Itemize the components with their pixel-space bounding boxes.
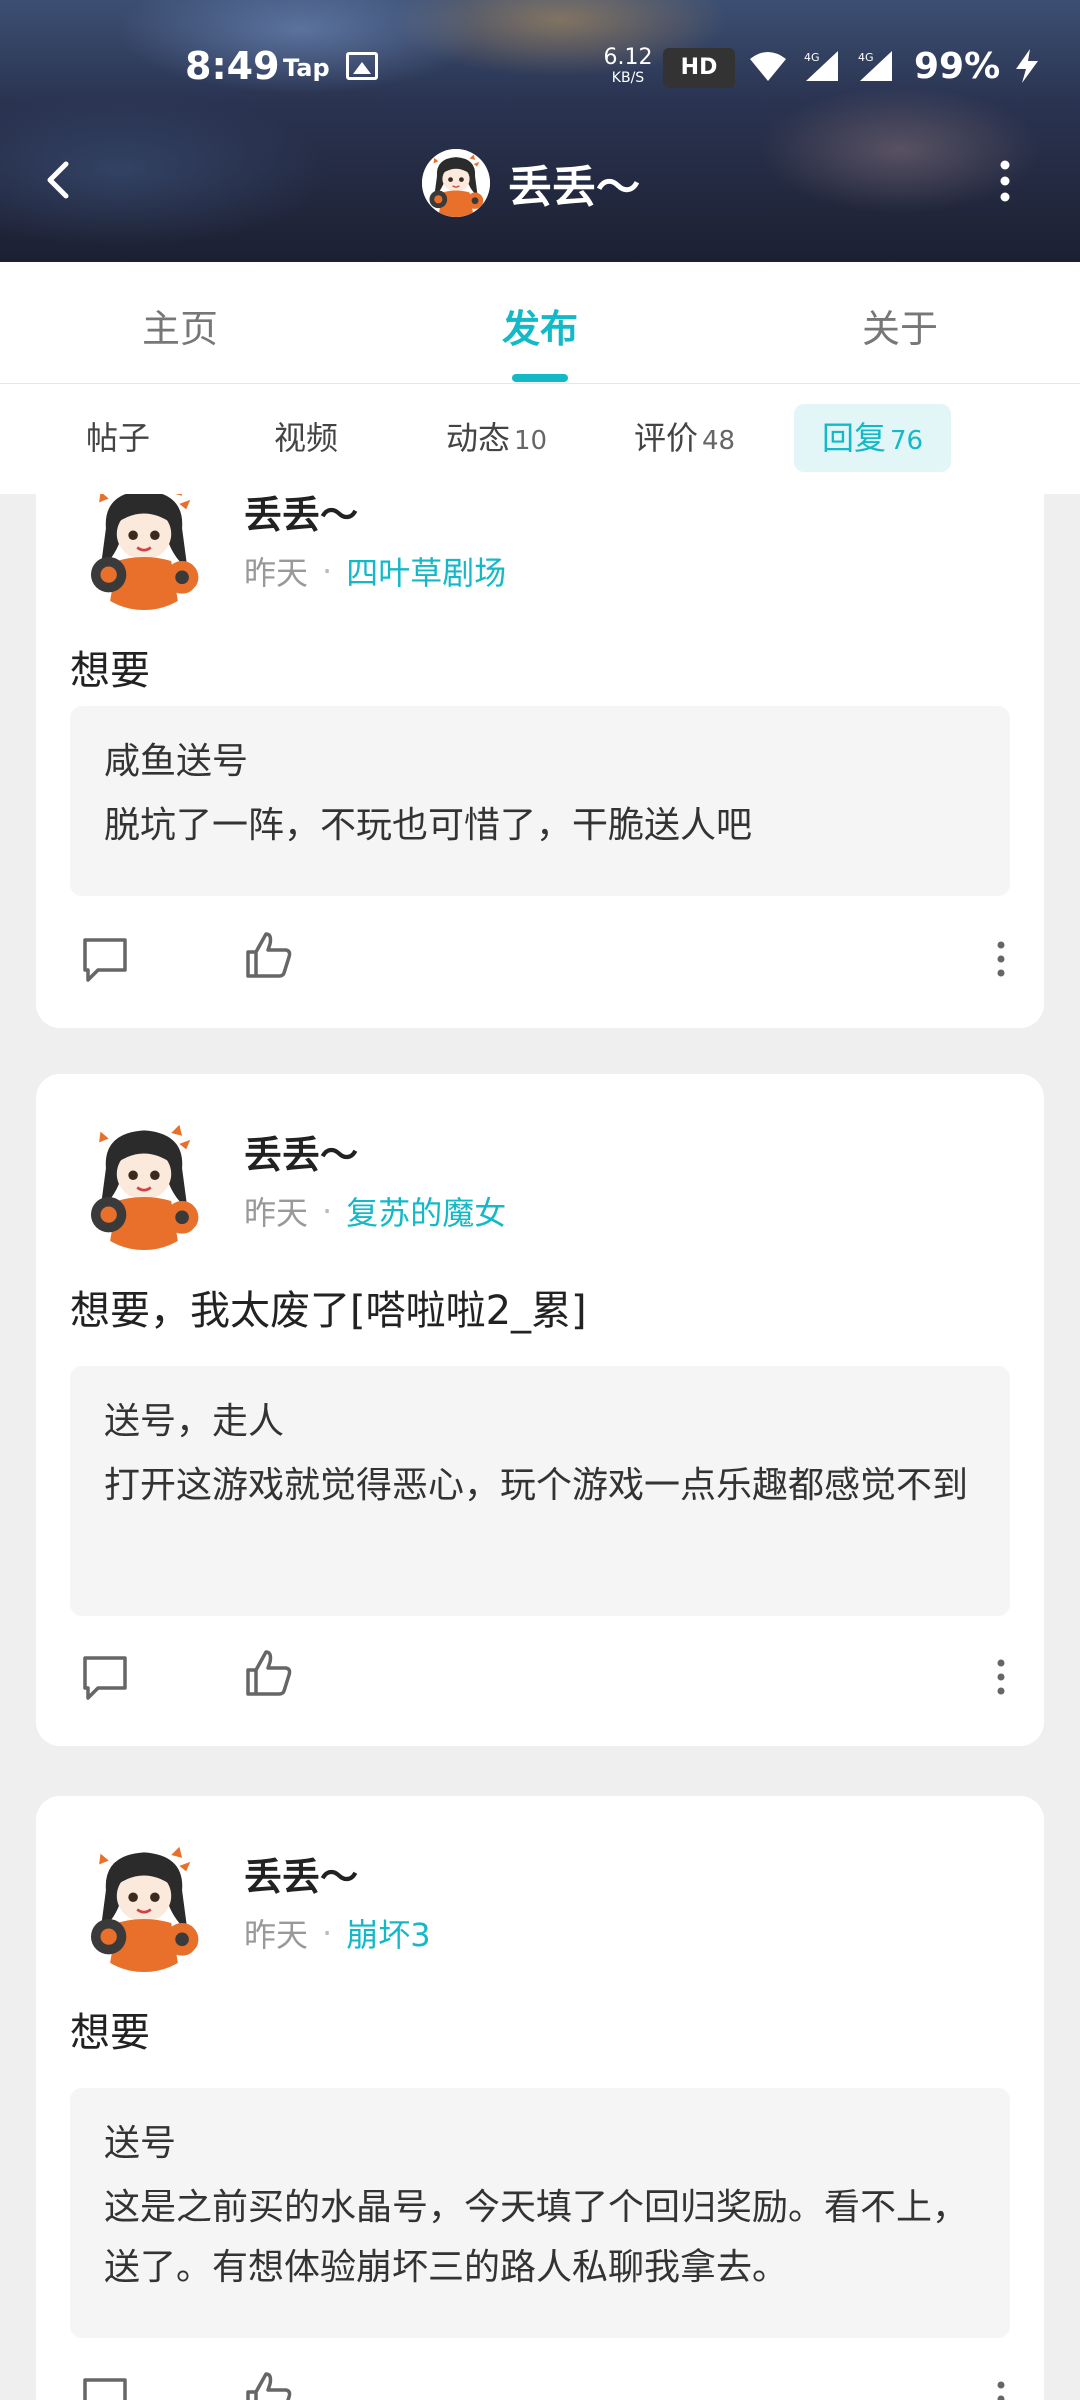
cellular-signal-icon-1: 4G — [802, 49, 842, 83]
battery-level: 99% — [914, 45, 1001, 87]
comment-icon[interactable] — [80, 2374, 130, 2400]
sub-tabs: 帖子 视频 动态 10 评价 48 回复 76 — [0, 384, 1080, 494]
author-avatar[interactable] — [76, 494, 212, 610]
back-arrow-icon[interactable] — [38, 158, 82, 202]
reply-card[interactable]: 丢丢～ 昨天 · 复苏的魔女 想要，我太废了[嗒啦啦2_累] 送号，走人 打开这… — [36, 1074, 1044, 1746]
game-link[interactable]: 复苏的魔女 — [346, 1188, 506, 1234]
cellular-signal-icon-2: 4G — [856, 49, 896, 83]
status-time: 8:49 — [185, 44, 280, 88]
quoted-post[interactable]: 送号，走人 打开这游戏就觉得恶心，玩个游戏一点乐趣都感觉不到 — [70, 1366, 1010, 1616]
hd-icon: HD — [663, 48, 735, 88]
quoted-post-body: 打开这游戏就觉得恶心，玩个游戏一点乐趣都感觉不到 — [104, 1465, 969, 1506]
more-icon[interactable] — [976, 2374, 1026, 2400]
replies-feed[interactable]: 丢丢～ 昨天 · 四叶草剧场 想要 咸鱼送号 脱坑了一阵，不玩也可惜了，干脆送人… — [0, 494, 1080, 2400]
quoted-post[interactable]: 咸鱼送号 脱坑了一阵，不玩也可惜了，干脆送人吧 — [70, 706, 1010, 896]
reply-text: 想要，我太废了[嗒啦啦2_累] — [70, 1288, 587, 1334]
speed-value: 6.12 — [603, 45, 653, 70]
profile-header: 8:49 Tap 6.12 KB/S HD 4G 4G 99% 丢丢～ — [0, 0, 1080, 262]
meta-separator: · — [322, 1192, 333, 1230]
thumbs-up-icon[interactable] — [244, 1648, 294, 1698]
meta-separator: · — [322, 1914, 333, 1952]
subtab-reviews[interactable]: 评价 48 — [606, 404, 763, 472]
quoted-post-title: 送号，走人 — [104, 1401, 285, 1442]
post-meta: 昨天 · 复苏的魔女 — [244, 1188, 506, 1234]
author-avatar[interactable] — [76, 1836, 212, 1972]
status-bar: 8:49 Tap 6.12 KB/S HD 4G 4G 99% — [0, 0, 1080, 135]
quoted-post-title: 咸鱼送号 — [104, 741, 249, 782]
reply-text: 想要 — [70, 648, 150, 694]
tab-about[interactable]: 关于 — [862, 298, 938, 353]
tab-home[interactable]: 主页 — [142, 298, 218, 353]
quoted-post-title: 送号 — [104, 2123, 177, 2164]
quoted-post-body: 这是之前买的水晶号，今天填了个回归奖励。看不上，送了。有想体验崩坏三的路人私聊我… — [104, 2187, 969, 2288]
subtab-activity[interactable]: 动态 10 — [418, 404, 575, 472]
subtab-posts[interactable]: 帖子 — [58, 404, 178, 472]
thumbs-up-icon[interactable] — [244, 2370, 294, 2400]
subtab-count: 10 — [514, 426, 548, 456]
quoted-post[interactable]: 送号 这是之前买的水晶号，今天填了个回归奖励。看不上，送了。有想体验崩坏三的路人… — [70, 2088, 1010, 2338]
game-link[interactable]: 四叶草剧场 — [346, 548, 506, 594]
active-tab-indicator — [512, 374, 568, 382]
subtab-replies[interactable]: 回复 76 — [794, 404, 952, 472]
author-name[interactable]: 丢丢～ — [244, 1846, 358, 1901]
quoted-post-body: 脱坑了一阵，不玩也可惜了，干脆送人吧 — [104, 805, 753, 846]
subtab-videos[interactable]: 视频 — [246, 404, 366, 472]
more-icon[interactable] — [976, 934, 1026, 984]
post-time: 昨天 — [244, 554, 309, 592]
header-title-group: 丢丢～ — [422, 148, 640, 218]
post-time: 昨天 — [244, 1194, 309, 1232]
comment-icon[interactable] — [80, 1652, 130, 1702]
post-meta: 昨天 · 崩坏3 — [244, 1910, 431, 1956]
author-avatar[interactable] — [76, 1114, 212, 1250]
network-speed: 6.12 KB/S — [602, 45, 654, 88]
author-name[interactable]: 丢丢～ — [244, 494, 358, 539]
network-label-2: 4G — [858, 51, 874, 64]
more-icon[interactable] — [976, 1652, 1026, 1702]
meta-separator: · — [322, 552, 333, 590]
subtab-count: 48 — [702, 426, 736, 456]
wifi-icon — [748, 49, 788, 83]
charging-icon — [1014, 49, 1040, 83]
game-link[interactable]: 崩坏3 — [346, 1910, 430, 1956]
thumbs-up-icon[interactable] — [244, 930, 294, 980]
reply-card[interactable]: 丢丢～ 昨天 · 崩坏3 想要 送号 这是之前买的水晶号，今天填了个回归奖励。看… — [36, 1796, 1044, 2400]
tab-publish[interactable]: 发布 — [502, 298, 578, 353]
post-meta: 昨天 · 四叶草剧场 — [244, 548, 506, 594]
reply-card[interactable]: 丢丢～ 昨天 · 四叶草剧场 想要 咸鱼送号 脱坑了一阵，不玩也可惜了，干脆送人… — [36, 494, 1044, 1028]
subtab-label: 帖子 — [86, 419, 151, 457]
speed-unit: KB/S — [611, 70, 645, 86]
nav-row: 丢丢～ — [0, 130, 1080, 230]
image-notification-icon — [346, 52, 378, 80]
header-avatar[interactable] — [422, 149, 490, 217]
post-time: 昨天 — [244, 1916, 309, 1954]
tap-app-icon: Tap — [283, 54, 330, 82]
reply-text: 想要 — [70, 2010, 150, 2056]
subtab-label: 视频 — [274, 419, 339, 457]
network-label-1: 4G — [804, 51, 820, 64]
subtab-label: 回复 — [822, 419, 887, 457]
subtab-label: 动态 — [446, 419, 511, 457]
main-tabs: 主页 发布 关于 — [0, 262, 1080, 384]
author-name[interactable]: 丢丢～ — [244, 1124, 358, 1179]
page-title: 丢丢～ — [508, 162, 640, 213]
more-options-icon[interactable] — [990, 158, 1020, 204]
subtab-count: 76 — [890, 426, 924, 456]
subtab-label: 评价 — [634, 419, 699, 457]
comment-icon[interactable] — [80, 934, 130, 984]
status-indicators: 4G 4G 99% — [748, 44, 1040, 88]
